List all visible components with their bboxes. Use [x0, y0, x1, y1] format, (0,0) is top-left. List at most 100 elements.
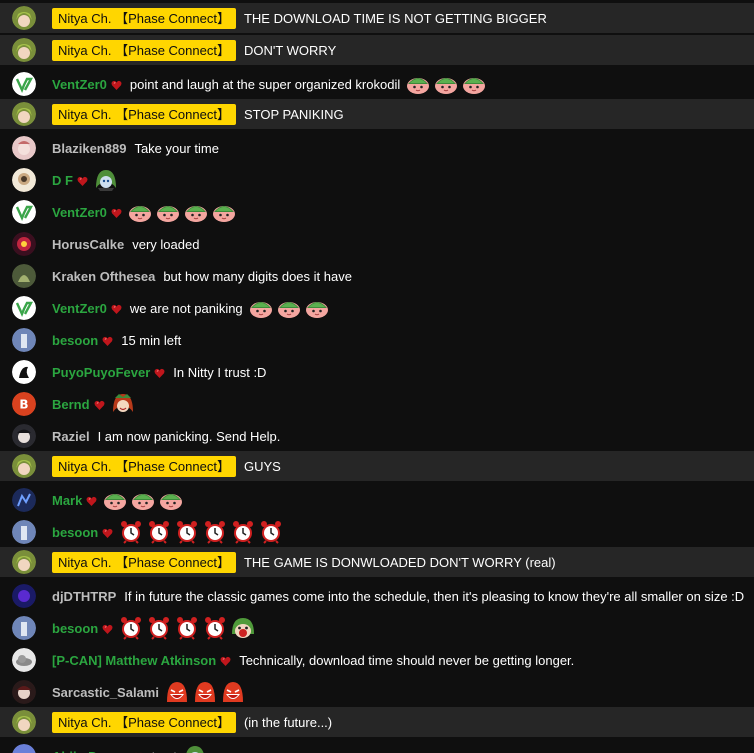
chat-message[interactable]: besoon 15 min left	[0, 324, 754, 356]
svg-text:B: B	[19, 398, 28, 412]
emote-group	[406, 72, 490, 96]
chat-message[interactable]: Raziel I am now panicking. Send Help.	[0, 420, 754, 452]
message-text: THE GAME IS DONWLOADED DON'T WORRY (real…	[243, 554, 556, 570]
chat-message[interactable]: [P-CAN] Matthew Atkinson Technically, dow…	[0, 644, 754, 676]
message-text: I am now panicking. Send Help.	[97, 428, 281, 444]
avatar[interactable]	[12, 680, 36, 704]
author-name[interactable]: VentZer0	[52, 77, 107, 92]
avatar[interactable]	[12, 488, 36, 512]
chat-message[interactable]: VentZer0	[0, 196, 754, 228]
author-name[interactable]: Nitya Ch. 【Phase Connect】	[52, 7, 236, 29]
red-laugh-emote	[193, 680, 217, 704]
chat-message[interactable]: besoon	[0, 516, 754, 548]
avatar[interactable]	[12, 136, 36, 160]
author-name[interactable]: HorusCalke	[52, 237, 124, 252]
author-name[interactable]: besoon	[52, 333, 98, 348]
peach-face-emote	[434, 72, 458, 96]
emote-group	[128, 200, 240, 224]
owner-chat-message[interactable]: Nitya Ch. 【Phase Connect】 THE GAME IS DON…	[0, 547, 754, 577]
avatar[interactable]	[12, 550, 36, 574]
message-text: (in the future...)	[243, 714, 333, 730]
author-name[interactable]: Nitya Ch. 【Phase Connect】	[52, 711, 236, 733]
author-name[interactable]: Nitya Ch. 【Phase Connect】	[52, 103, 236, 125]
author-name[interactable]: Bernd	[52, 397, 90, 412]
chat-message[interactable]: PuyoPuyoFever In Nitty I trust :D	[0, 356, 754, 388]
author-name[interactable]: Raziel	[52, 429, 90, 444]
owner-chat-message[interactable]: Nitya Ch. 【Phase Connect】 DON'T WORRY	[0, 35, 754, 65]
member-heart-icon	[94, 400, 105, 411]
chat-message[interactable]: D F	[0, 164, 754, 196]
author-name[interactable]: VentZer0	[52, 205, 107, 220]
author-name[interactable]: djDTHTRP	[52, 589, 116, 604]
avatar[interactable]	[12, 264, 36, 288]
message-text: 15 min left	[121, 332, 182, 348]
avatar[interactable]	[12, 710, 36, 734]
peach-face-emote	[159, 488, 183, 512]
message-text: THE DOWNLOAD TIME IS NOT GETTING BIGGER	[243, 10, 547, 26]
avatar[interactable]	[12, 454, 36, 478]
message-text: GUYS	[243, 458, 281, 474]
avatar[interactable]: B	[12, 392, 36, 416]
author-name[interactable]: Sarcastic_Salami	[52, 685, 159, 700]
chat-message[interactable]: VentZer0 we are not paniking	[0, 292, 754, 324]
avatar[interactable]	[12, 72, 36, 96]
author-name[interactable]: besoon	[52, 621, 98, 636]
avatar[interactable]	[12, 38, 36, 62]
avatar[interactable]	[12, 424, 36, 448]
peach-face-emote	[212, 200, 236, 224]
emote-group	[111, 392, 139, 416]
chat-message[interactable]: Sarcastic_Salami	[0, 676, 754, 708]
author-name[interactable]: Kraken Ofthesea	[52, 269, 155, 284]
avatar[interactable]	[12, 102, 36, 126]
author-name[interactable]: PuyoPuyoFever	[52, 365, 150, 380]
avatar[interactable]	[12, 584, 36, 608]
avatar[interactable]	[12, 296, 36, 320]
alarm-clock-emote	[175, 520, 199, 544]
author-name[interactable]: besoon	[52, 525, 98, 540]
author-name[interactable]: D F	[52, 173, 73, 188]
message-text: DON'T WORRY	[243, 42, 337, 58]
avatar[interactable]	[12, 744, 36, 753]
avatar[interactable]	[12, 200, 36, 224]
owner-chat-message[interactable]: Nitya Ch. 【Phase Connect】 STOP PANIKING	[0, 99, 754, 129]
member-heart-icon	[77, 176, 88, 187]
red-hair-emote	[111, 392, 135, 416]
chat-message[interactable]: B Bernd	[0, 388, 754, 420]
chat-message[interactable]: besoon	[0, 612, 754, 644]
chat-message[interactable]: djDTHTRP If in future the classic games c…	[0, 580, 754, 612]
peach-face-emote	[103, 488, 127, 512]
alarm-clock-emote	[259, 520, 283, 544]
chat-message[interactable]: HorusCalke very loaded	[0, 228, 754, 260]
avatar[interactable]	[12, 520, 36, 544]
alarm-clock-emote	[203, 616, 227, 640]
avatar[interactable]	[12, 168, 36, 192]
avatar[interactable]	[12, 232, 36, 256]
author-name[interactable]: Nitya Ch. 【Phase Connect】	[52, 455, 236, 477]
chat-message[interactable]: VentZer0 point and laugh at the super org…	[0, 68, 754, 100]
owner-chat-message[interactable]: Nitya Ch. 【Phase Connect】 (in the future.…	[0, 707, 754, 737]
peach-face-emote	[131, 488, 155, 512]
author-name[interactable]: Nitya Ch. 【Phase Connect】	[52, 551, 236, 573]
author-name[interactable]: Mark	[52, 493, 82, 508]
member-heart-icon	[102, 624, 113, 635]
avatar[interactable]	[12, 328, 36, 352]
chat-message[interactable]: Abijo Dogan trust	[0, 740, 754, 753]
avatar[interactable]	[12, 6, 36, 30]
red-laugh-emote	[221, 680, 245, 704]
owner-chat-message[interactable]: Nitya Ch. 【Phase Connect】 THE DOWNLOAD TI…	[0, 3, 754, 33]
live-chat: Nitya Ch. 【Phase Connect】 THE DOWNLOAD TI…	[0, 0, 754, 753]
alarm-clock-emote	[175, 616, 199, 640]
author-name[interactable]: VentZer0	[52, 301, 107, 316]
avatar[interactable]	[12, 648, 36, 672]
author-name[interactable]: Blaziken889	[52, 141, 126, 156]
author-name[interactable]: Abijo Dogan	[52, 749, 129, 753]
avatar[interactable]	[12, 616, 36, 640]
chat-message[interactable]: Blaziken889 Take your time	[0, 132, 754, 164]
chat-message[interactable]: Kraken Ofthesea but how many digits does …	[0, 260, 754, 292]
chat-message[interactable]: Mark	[0, 484, 754, 516]
message-text: trust	[152, 749, 177, 753]
author-name[interactable]: [P-CAN] Matthew Atkinson	[52, 653, 216, 668]
avatar[interactable]	[12, 360, 36, 384]
owner-chat-message[interactable]: Nitya Ch. 【Phase Connect】 GUYS	[0, 451, 754, 481]
author-name[interactable]: Nitya Ch. 【Phase Connect】	[52, 39, 236, 61]
